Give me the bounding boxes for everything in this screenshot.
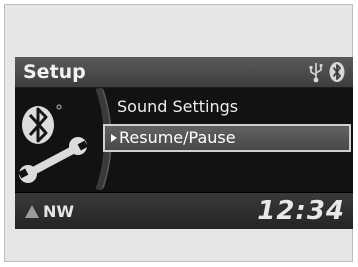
bluetooth-icon <box>22 104 62 144</box>
display-frame: Setup Sound Settings Resume/Pause NW 12:… <box>4 4 353 262</box>
menu-item-label: Resume/Pause <box>119 128 236 147</box>
compass-arrow-icon <box>25 205 39 218</box>
bluetooth-icon <box>329 62 345 82</box>
menu-item-label: Sound Settings <box>117 97 239 116</box>
status-icons <box>307 61 347 83</box>
selection-cursor-icon <box>111 134 117 142</box>
clock: 12:34 <box>257 196 345 226</box>
header-bar: Setup <box>15 57 353 88</box>
menu-item-sound-settings[interactable]: Sound Settings <box>103 93 351 121</box>
wrench-icon <box>18 137 88 183</box>
display-screen: Setup Sound Settings Resume/Pause NW 12:… <box>15 57 353 229</box>
compass-heading: NW <box>43 202 75 221</box>
menu-area: Sound Settings Resume/Pause <box>15 86 353 192</box>
page-title: Setup <box>23 61 86 83</box>
setup-icon-panel <box>15 86 117 192</box>
usb-icon <box>309 63 323 83</box>
footer-bar: NW 12:34 <box>15 192 353 229</box>
menu-item-resume-pause[interactable]: Resume/Pause <box>103 124 351 152</box>
